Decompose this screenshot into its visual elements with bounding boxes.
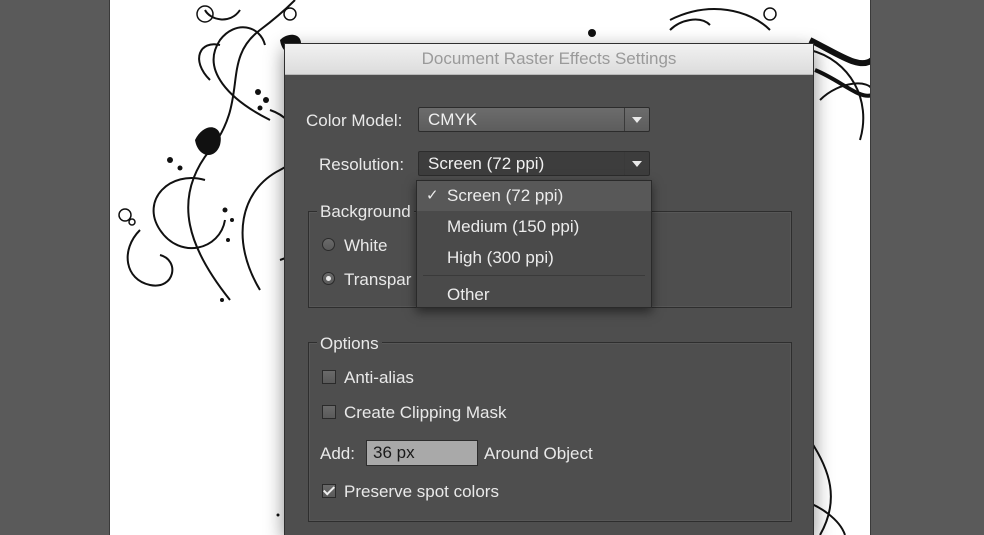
add-label: Add: <box>320 444 355 463</box>
checkmark-icon <box>322 483 336 496</box>
checkmark-icon: ✓ <box>426 187 439 204</box>
background-transparent-label: Transpar <box>344 270 412 289</box>
clipping-mask-checkbox[interactable] <box>322 405 336 419</box>
menu-item-high[interactable]: High (300 ppi) <box>417 243 651 273</box>
chevron-down-icon <box>624 108 649 131</box>
background-group-title: Background <box>317 202 414 222</box>
menu-separator <box>423 275 645 276</box>
chevron-down-icon <box>624 152 649 175</box>
anti-alias-label: Anti-alias <box>344 368 414 387</box>
preserve-spot-label: Preserve spot colors <box>344 482 499 501</box>
resolution-value: Screen (72 ppi) <box>428 154 545 173</box>
color-model-value: CMYK <box>428 110 478 129</box>
menu-item-medium[interactable]: Medium (150 ppi) <box>417 212 651 242</box>
color-model-select[interactable]: CMYK <box>418 107 650 132</box>
around-object-label: Around Object <box>484 444 593 463</box>
resolution-dropdown-menu: ✓ Screen (72 ppi) Medium (150 ppi) High … <box>416 180 652 308</box>
menu-item-screen[interactable]: ✓ Screen (72 ppi) <box>417 181 651 211</box>
menu-item-label: Medium (150 ppi) <box>447 217 580 236</box>
background-white-radio[interactable] <box>322 238 335 251</box>
anti-alias-checkbox[interactable] <box>322 370 336 384</box>
menu-item-label: High (300 ppi) <box>447 248 554 267</box>
menu-item-label: Screen (72 ppi) <box>447 186 564 205</box>
preserve-spot-checkbox[interactable] <box>322 483 336 498</box>
resolution-select[interactable]: Screen (72 ppi) <box>418 151 650 176</box>
add-amount-input[interactable]: 36 px <box>366 440 478 466</box>
clipping-mask-label: Create Clipping Mask <box>344 403 507 422</box>
color-model-label: Color Model: <box>306 111 403 130</box>
dialog-title: Document Raster Effects Settings <box>285 44 813 75</box>
background-transparent-radio[interactable] <box>322 272 335 285</box>
menu-item-label: Other <box>447 285 490 304</box>
menu-item-other[interactable]: Other <box>417 280 651 310</box>
resolution-label: Resolution: <box>319 155 405 174</box>
options-group-title: Options <box>317 334 382 354</box>
radio-selected-dot <box>326 276 331 281</box>
background-white-label: White <box>344 236 388 255</box>
